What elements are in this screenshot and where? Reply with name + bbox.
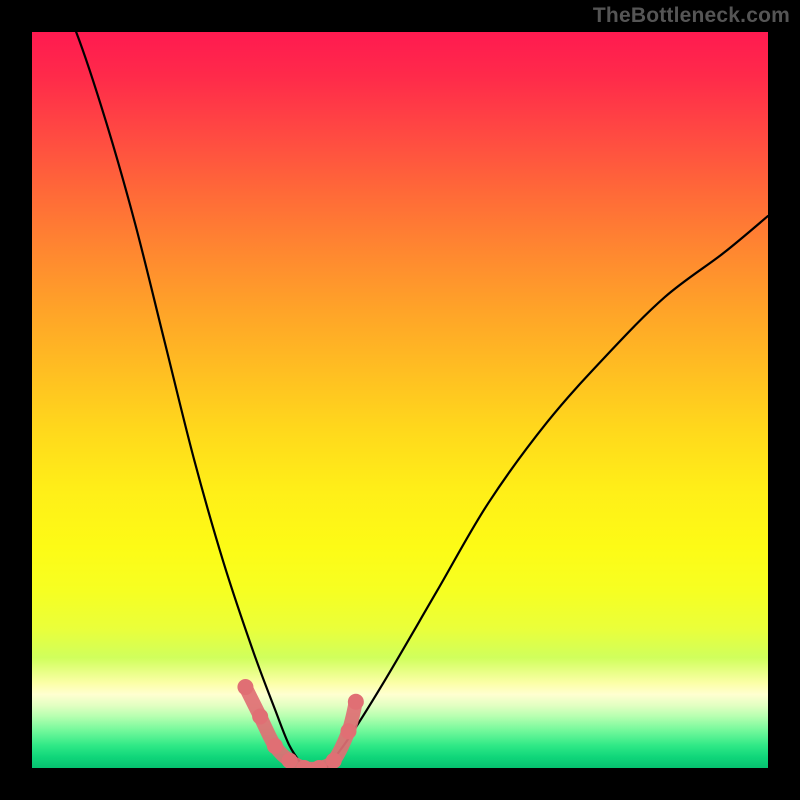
optimal-zone-dot bbox=[348, 694, 364, 710]
optimal-zone-dot bbox=[326, 753, 342, 768]
watermark-text: TheBottleneck.com bbox=[593, 4, 790, 28]
optimal-zone-dot bbox=[282, 753, 298, 768]
optimal-zone-dot bbox=[340, 723, 356, 739]
bottleneck-curve-left bbox=[64, 32, 304, 768]
optimal-zone-dot bbox=[237, 679, 253, 695]
plot-area bbox=[32, 32, 768, 768]
curve-layer bbox=[32, 32, 768, 768]
bottleneck-curve-right bbox=[326, 216, 768, 768]
optimal-zone-dot bbox=[252, 708, 268, 724]
chart-frame: TheBottleneck.com bbox=[0, 0, 800, 800]
optimal-zone-dot bbox=[267, 738, 283, 754]
